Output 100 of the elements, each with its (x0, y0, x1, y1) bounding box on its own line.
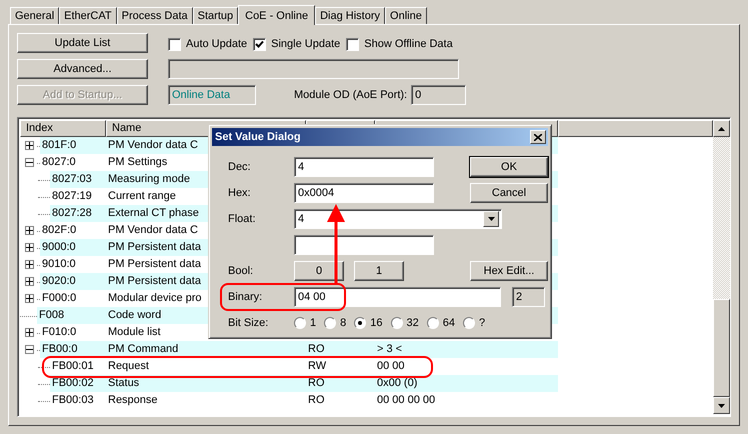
dec-field[interactable]: 4 (294, 157, 434, 177)
expand-icon[interactable] (25, 141, 34, 150)
action-button[interactable]: Update List (17, 33, 148, 53)
field-label: Bit Size: (228, 317, 270, 329)
radio-label: ? (479, 317, 486, 329)
cancel-button[interactable]: Cancel (470, 183, 548, 203)
flags-text: RO (308, 343, 324, 355)
index-cell[interactable]: 8027:28 (50, 205, 106, 222)
index-cell[interactable]: 8027:0 (40, 154, 106, 171)
input-field[interactable] (294, 235, 434, 255)
radio-button[interactable] (463, 317, 475, 329)
index-cell[interactable]: 8027:03 (50, 171, 106, 188)
name-text: Code word (108, 309, 162, 321)
action-button[interactable]: Advanced... (17, 59, 148, 79)
collapse-icon[interactable] (25, 345, 34, 354)
radio-button[interactable] (294, 317, 306, 329)
tab[interactable]: EtherCAT (59, 7, 117, 24)
port-field: 0 (411, 85, 466, 105)
field-label: Dec: (228, 161, 252, 173)
length-field: 2 (512, 287, 545, 307)
name-text: PM Command (108, 343, 178, 355)
name-text: Modular device pro (108, 292, 202, 304)
tab[interactable]: Startup (192, 7, 238, 24)
collapse-icon[interactable] (25, 158, 34, 167)
radio-label: 16 (370, 317, 382, 329)
expand-icon[interactable] (25, 328, 34, 337)
expand-icon[interactable] (25, 294, 34, 303)
name-text: Measuring mode (108, 173, 190, 185)
binary-field[interactable]: 04 00 (294, 287, 501, 307)
tab[interactable]: Online (385, 7, 427, 24)
column-header[interactable]: Index (20, 120, 106, 137)
index-cell[interactable]: 9000:0 (40, 239, 106, 256)
radio-label: 32 (406, 317, 419, 329)
radio-button[interactable] (354, 317, 366, 329)
radio-button[interactable] (390, 317, 402, 329)
flags-text: RO (308, 377, 324, 389)
name-text: Request (108, 360, 149, 372)
name-text: Status (108, 377, 140, 389)
float-dropdown[interactable]: 4 (294, 209, 502, 229)
expand-icon[interactable] (25, 226, 34, 235)
scrollbar[interactable] (713, 120, 730, 414)
field-label: Module OD (AoE Port): (294, 89, 408, 101)
flags-text: RO (308, 394, 324, 406)
index-cell[interactable]: 801F:0 (40, 137, 106, 154)
field-label: Float: (228, 213, 257, 225)
field-label: Binary: (228, 291, 264, 303)
tab[interactable]: Process Data (116, 7, 193, 24)
index-cell[interactable]: 8027:19 (50, 188, 106, 205)
close-button[interactable] (530, 130, 546, 144)
hex-edit-button[interactable]: Hex Edit... (470, 261, 548, 281)
field-label: Bool: (228, 265, 254, 277)
expand-icon[interactable] (25, 277, 34, 286)
value-text: 0x00 (0) (377, 377, 418, 389)
index-cell[interactable]: FB00:03 (50, 392, 106, 409)
value-text: > 3 < (377, 343, 402, 355)
status-field: Online Data (168, 85, 256, 105)
index-cell[interactable]: F008 (37, 307, 106, 324)
index-cell[interactable]: FB00:01 (50, 358, 106, 375)
bool-button[interactable]: 1 (354, 261, 404, 281)
name-text: PM Persistent data (108, 241, 201, 253)
bool-button[interactable]: 0 (294, 261, 344, 281)
index-cell[interactable]: 9010:0 (40, 256, 106, 273)
field-label: Hex: (228, 187, 252, 199)
radio-button[interactable] (324, 317, 336, 329)
name-text: Module list (108, 326, 161, 338)
index-cell[interactable]: 802F:0 (40, 222, 106, 239)
index-cell[interactable]: F010:0 (40, 324, 106, 341)
radio-label: 8 (340, 317, 346, 329)
tab[interactable]: General (10, 7, 60, 24)
checkbox[interactable] (346, 38, 360, 50)
flags-text: RW (308, 360, 326, 372)
checkbox-label: Auto Update (186, 38, 248, 50)
index-cell[interactable]: 9020:0 (40, 273, 106, 290)
index-cell[interactable]: F000:0 (40, 290, 106, 307)
checkbox-label: Show Offline Data (364, 38, 453, 50)
scroll-thumb[interactable] (713, 299, 730, 397)
name-text: PM Persistent data (108, 258, 201, 270)
scroll-up-icon[interactable] (713, 120, 730, 137)
value-text: 00 00 00 00 (377, 394, 436, 406)
name-text: PM Settings (108, 156, 168, 168)
tab[interactable]: Diag History (315, 7, 386, 24)
name-text: External CT phase (108, 207, 199, 219)
name-text: Response (108, 394, 158, 406)
name-text: Current range (108, 190, 176, 202)
close-icon[interactable] (534, 134, 542, 140)
expand-icon[interactable] (25, 260, 34, 269)
checkbox[interactable] (253, 38, 266, 50)
name-text: PM Vendor data C (108, 139, 198, 151)
expand-icon[interactable] (25, 243, 34, 252)
radio-label: 1 (310, 317, 316, 329)
hex-field[interactable]: 0x0004 (294, 183, 434, 203)
value-text: 00 00 (377, 360, 405, 372)
ok-button[interactable]: OK (470, 157, 548, 177)
tab[interactable]: CoE - Online (238, 5, 316, 25)
radio-dot-icon (358, 321, 362, 325)
index-cell[interactable]: FB00:0 (40, 341, 106, 358)
scroll-down-icon[interactable] (713, 397, 730, 414)
checkbox[interactable] (168, 38, 181, 50)
radio-label: 64 (442, 317, 455, 329)
radio-button[interactable] (426, 317, 439, 329)
